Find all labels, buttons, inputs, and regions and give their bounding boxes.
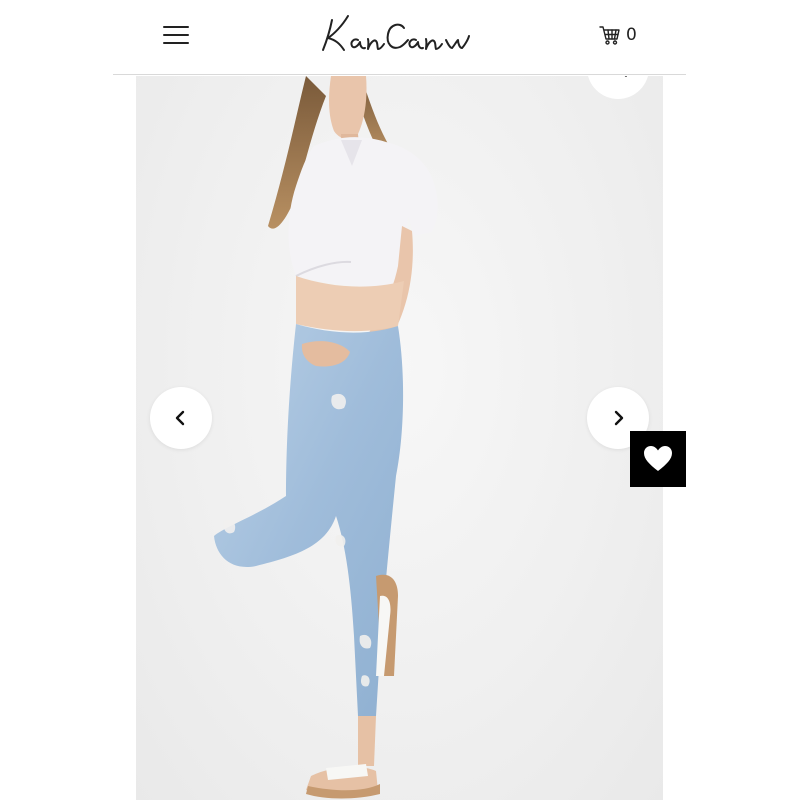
cart-count: 0 bbox=[626, 25, 637, 45]
zoom-magnifier-icon bbox=[624, 76, 627, 77]
product-image-gallery[interactable] bbox=[136, 76, 663, 800]
site-header: KanCan 0 bbox=[113, 0, 686, 75]
cart-button[interactable]: 0 bbox=[599, 22, 637, 48]
chevron-left-icon bbox=[175, 410, 185, 426]
previous-image-button[interactable] bbox=[150, 387, 212, 449]
zoom-button-clip bbox=[580, 76, 660, 116]
hamburger-menu-icon[interactable] bbox=[163, 24, 191, 46]
product-photo bbox=[214, 76, 438, 799]
zoom-button[interactable] bbox=[587, 76, 649, 99]
chevron-right-icon bbox=[614, 410, 624, 426]
brand-logo[interactable]: KanCan bbox=[318, 6, 488, 62]
heart-icon bbox=[644, 446, 672, 471]
shopping-cart-icon bbox=[599, 26, 620, 45]
brand-logo-script bbox=[322, 15, 470, 51]
wishlist-button[interactable] bbox=[630, 431, 686, 487]
